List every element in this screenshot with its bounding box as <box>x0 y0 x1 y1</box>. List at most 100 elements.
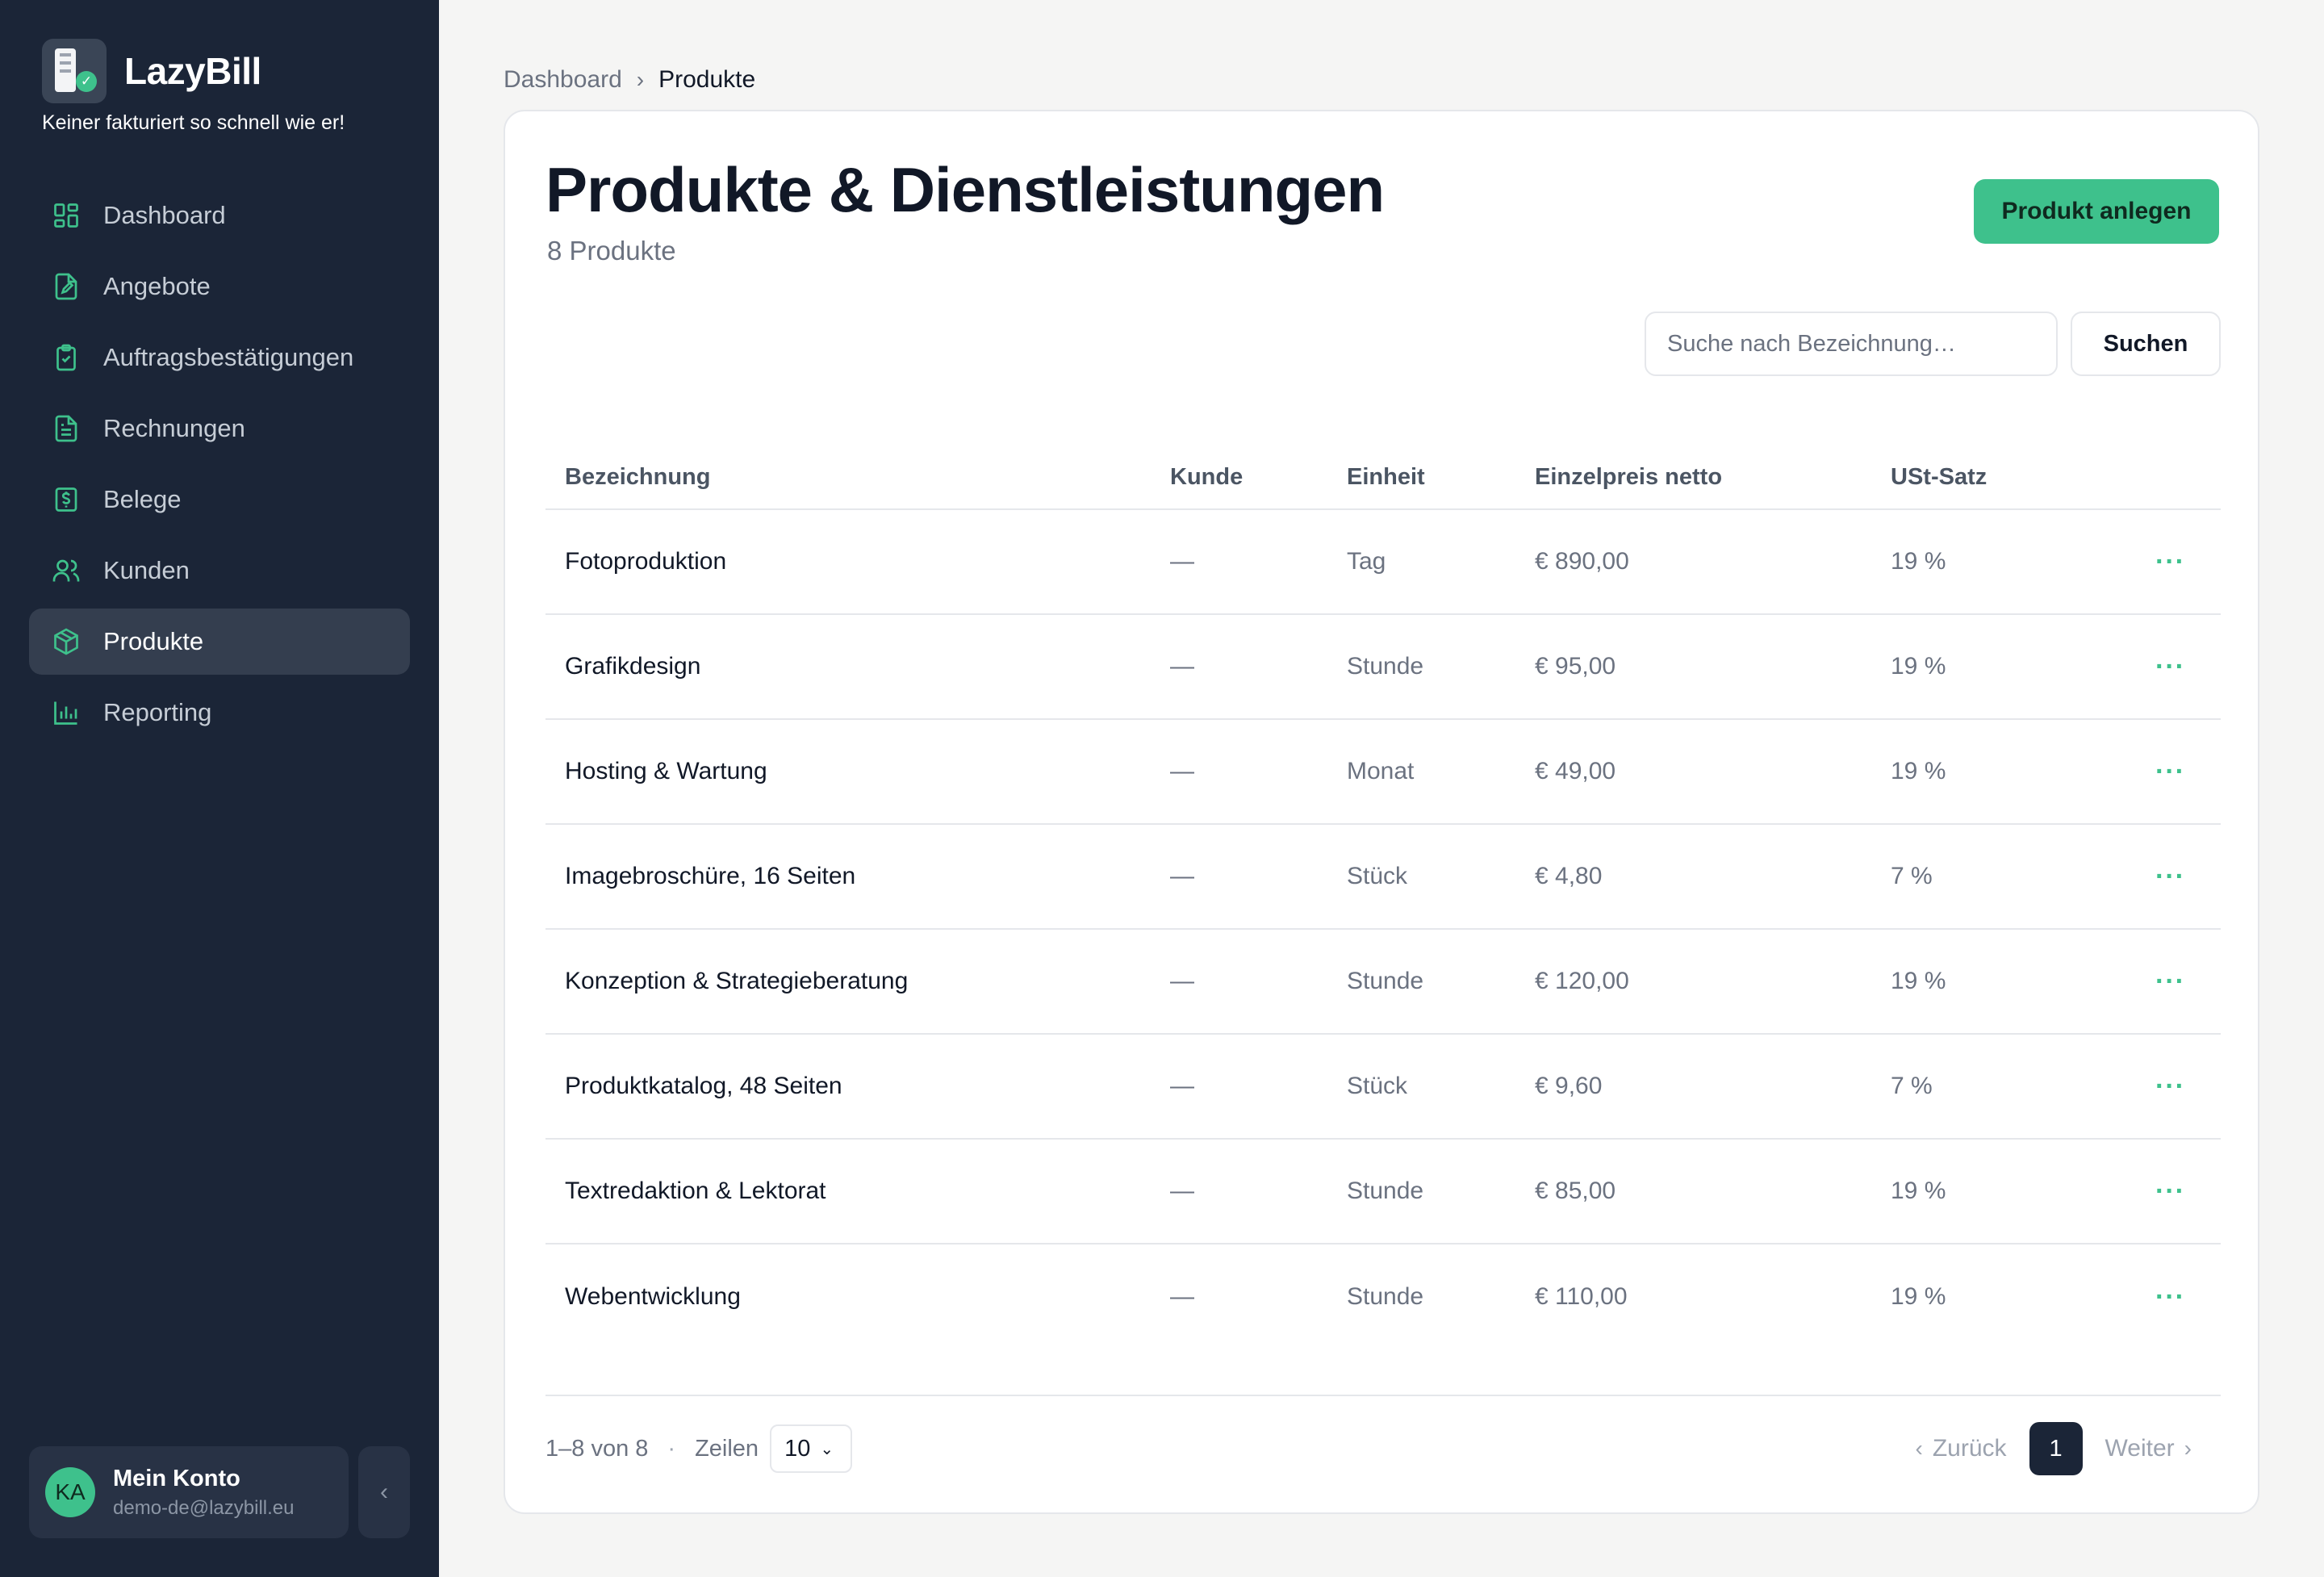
table-row[interactable]: Grafikdesign — Stunde € 95,00 19 % ··· <box>545 615 2221 720</box>
divider <box>545 1395 2221 1396</box>
next-page-button[interactable]: Weiter › <box>2105 1435 2201 1462</box>
more-actions-icon[interactable]: ··· <box>2133 863 2221 890</box>
cell-kunde: — <box>1170 863 1194 889</box>
collapse-sidebar-button[interactable]: ‹ <box>358 1446 410 1538</box>
cell-einheit: Stunde <box>1347 1283 1424 1310</box>
sidebar-item-rechnungen[interactable]: Rechnungen <box>29 395 410 462</box>
clipboard-check-icon <box>52 343 81 372</box>
sidebar-item-angebote[interactable]: Angebote <box>29 253 410 320</box>
more-actions-icon[interactable]: ··· <box>2133 758 2221 785</box>
more-actions-icon[interactable]: ··· <box>2133 968 2221 995</box>
table-row[interactable]: Imagebroschüre, 16 Seiten — Stück € 4,80 7 %… <box>545 825 2221 930</box>
breadcrumb-dashboard[interactable]: Dashboard <box>504 66 622 94</box>
table-row[interactable]: Webentwicklung — Stunde € 110,00 19 % ··· <box>545 1244 2221 1349</box>
products-table: Bezeichnung Kunde Einheit Einzelpreis ne… <box>545 421 2221 1349</box>
cell-einheit: Stunde <box>1347 968 1424 994</box>
cell-kunde: — <box>1170 653 1194 680</box>
cell-bezeichnung: Konzeption & Strategieberatung <box>565 968 909 994</box>
sidebar-item-label: Angebote <box>103 272 211 300</box>
sidebar-item-label: Auftragsbestätigungen <box>103 343 354 371</box>
cell-ust-satz: 7 % <box>1891 1073 1933 1099</box>
cell-einzelpreis: € 4,80 <box>1535 863 1603 889</box>
cell-einzelpreis: € 890,00 <box>1535 548 1629 575</box>
products-card: Produkte & Dienstleistungen 8 Produkte P… <box>504 110 2259 1514</box>
cell-einzelpreis: € 9,60 <box>1535 1073 1603 1099</box>
search-button[interactable]: Suchen <box>2071 312 2221 376</box>
cell-einheit: Monat <box>1347 758 1415 784</box>
sidebar-item-reporting[interactable]: Reporting <box>29 680 410 746</box>
account-menu[interactable]: KA Mein Konto demo-de@lazybill.eu <box>29 1446 349 1538</box>
cell-einheit: Stück <box>1347 1073 1408 1099</box>
rows-per-page-value: 10 <box>784 1435 811 1462</box>
table-row[interactable]: Fotoproduktion — Tag € 890,00 19 % ··· <box>545 510 2221 615</box>
product-count: 8 Produkte <box>547 236 676 266</box>
sidebar-item-kunden[interactable]: Kunden <box>29 538 410 604</box>
more-actions-icon[interactable]: ··· <box>2133 1178 2221 1205</box>
sidebar-item-label: Produkte <box>103 627 204 655</box>
page-1-button[interactable]: 1 <box>2029 1422 2083 1475</box>
sidebar-item-belege[interactable]: Belege <box>29 466 410 533</box>
more-actions-icon[interactable]: ··· <box>2133 1073 2221 1100</box>
next-label: Weiter <box>2105 1435 2175 1462</box>
separator-dot: · <box>667 1435 676 1462</box>
cell-ust-satz: 19 % <box>1891 548 1946 575</box>
users-icon <box>52 556 81 585</box>
create-product-button[interactable]: Produkt anlegen <box>1974 179 2219 244</box>
table-body: Fotoproduktion — Tag € 890,00 19 % ··· Grafikd… <box>545 510 2221 1349</box>
more-actions-icon[interactable]: ··· <box>2133 548 2221 575</box>
sidebar-nav: Dashboard Angebote Auftragsbestätigungen… <box>29 182 410 751</box>
file-edit-icon <box>52 272 81 301</box>
sidebar: ✓ LazyBill Keiner fakturiert so schnell … <box>0 0 439 1577</box>
cell-kunde: — <box>1170 1178 1194 1204</box>
sidebar-item-auftragsbestaetigungen[interactable]: Auftragsbestätigungen <box>29 324 410 391</box>
cell-kunde: — <box>1170 1283 1194 1310</box>
receipt-icon <box>52 485 81 514</box>
cell-einzelpreis: € 110,00 <box>1535 1283 1628 1310</box>
header-kunde[interactable]: Kunde <box>1170 464 1347 491</box>
cell-bezeichnung: Imagebroschüre, 16 Seiten <box>565 863 856 889</box>
table-row[interactable]: Produktkatalog, 48 Seiten — Stück € 9,60 7 %… <box>545 1035 2221 1140</box>
table-row[interactable]: Hosting & Wartung — Monat € 49,00 19 % ··· <box>545 720 2221 825</box>
cell-kunde: — <box>1170 758 1194 784</box>
cell-ust-satz: 19 % <box>1891 758 1946 784</box>
cell-bezeichnung: Produktkatalog, 48 Seiten <box>565 1073 842 1099</box>
search-input[interactable] <box>1645 312 2058 376</box>
bar-chart-icon <box>52 698 81 727</box>
cell-ust-satz: 19 % <box>1891 1178 1946 1204</box>
sidebar-item-label: Rechnungen <box>103 414 245 442</box>
table-header: Bezeichnung Kunde Einheit Einzelpreis ne… <box>545 421 2221 510</box>
brand[interactable]: ✓ LazyBill <box>42 39 261 103</box>
avatar: KA <box>45 1467 95 1517</box>
cell-bezeichnung: Fotoproduktion <box>565 548 727 575</box>
header-bezeichnung[interactable]: Bezeichnung <box>545 464 1170 491</box>
sidebar-item-dashboard[interactable]: Dashboard <box>29 182 410 249</box>
cell-ust-satz: 19 % <box>1891 1283 1946 1310</box>
dashboard-icon <box>52 201 81 230</box>
box-icon <box>52 627 81 656</box>
cell-einzelpreis: € 49,00 <box>1535 758 1616 784</box>
breadcrumb: Dashboard › Produkte <box>504 66 755 94</box>
header-einzelpreis[interactable]: Einzelpreis netto <box>1535 464 1891 491</box>
brand-name: LazyBill <box>124 50 261 92</box>
chevron-right-icon: › <box>2184 1436 2192 1461</box>
sidebar-item-label: Belege <box>103 485 182 513</box>
cell-einzelpreis: € 120,00 <box>1535 968 1629 994</box>
header-einheit[interactable]: Einheit <box>1347 464 1535 491</box>
rows-label: Zeilen <box>695 1435 759 1462</box>
rows-per-page-select[interactable]: 10 ⌄ <box>770 1424 853 1473</box>
cell-ust-satz: 19 % <box>1891 968 1946 994</box>
file-text-icon <box>52 414 81 443</box>
cell-kunde: — <box>1170 1073 1194 1099</box>
table-row[interactable]: Konzeption & Strategieberatung — Stunde € 1… <box>545 930 2221 1035</box>
header-ust-satz[interactable]: USt-Satz <box>1891 464 2133 491</box>
cell-einzelpreis: € 85,00 <box>1535 1178 1616 1204</box>
more-actions-icon[interactable]: ··· <box>2133 1283 2221 1311</box>
previous-page-button[interactable]: ‹ Zurück <box>1906 1435 2007 1462</box>
chevron-left-icon: ‹ <box>380 1479 388 1505</box>
cell-einheit: Stunde <box>1347 1178 1424 1204</box>
cell-ust-satz: 19 % <box>1891 653 1946 680</box>
table-row[interactable]: Textredaktion & Lektorat — Stunde € 85,00 19… <box>545 1140 2221 1244</box>
sidebar-item-produkte[interactable]: Produkte <box>29 609 410 675</box>
pagination: ‹ Zurück 1 Weiter › <box>1906 1422 2201 1475</box>
more-actions-icon[interactable]: ··· <box>2133 653 2221 680</box>
